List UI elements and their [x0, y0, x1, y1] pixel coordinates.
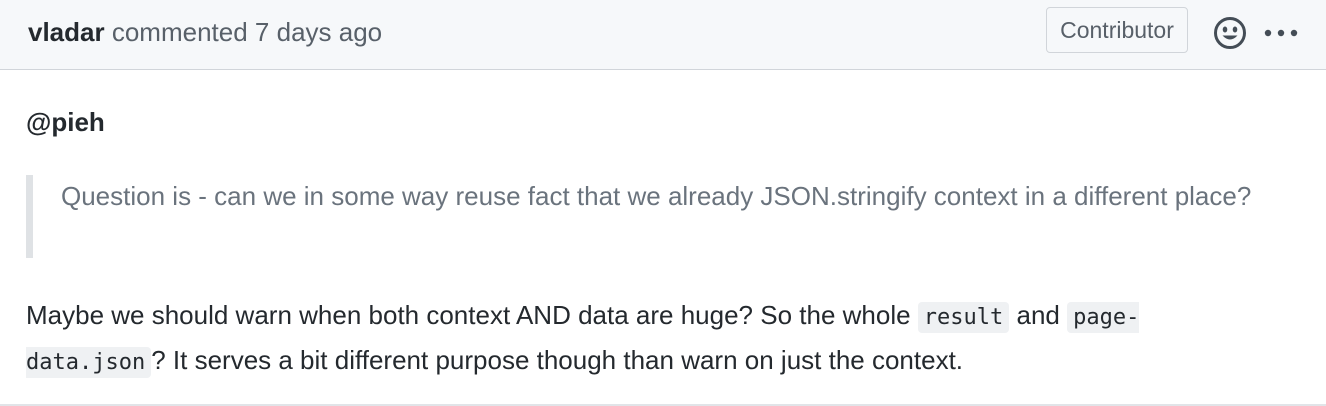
- paragraph-text-3: ? It serves a bit different purpose thou…: [151, 345, 964, 375]
- add-reaction-button[interactable]: [1213, 16, 1247, 50]
- contributor-badge: Contributor: [1046, 7, 1188, 53]
- kebab-horizontal-icon: [1264, 29, 1298, 37]
- comment-meta: vladar commented 7 days ago: [28, 16, 382, 48]
- comment-paragraph: Maybe we should warn when both context A…: [26, 294, 1276, 384]
- quoted-text: Question is - can we in some way reuse f…: [26, 175, 1276, 258]
- timestamp-link[interactable]: 7 days ago: [255, 17, 382, 47]
- paragraph-text-2: and: [1009, 300, 1068, 330]
- comment-header: vladar commented 7 days ago Contributor: [0, 0, 1326, 70]
- smiley-icon: [1214, 17, 1246, 49]
- paragraph-text-1: Maybe we should warn when both context A…: [26, 300, 918, 330]
- more-options-button[interactable]: [1262, 20, 1300, 46]
- issue-comment: vladar commented 7 days ago Contributor …: [0, 0, 1326, 406]
- author-link[interactable]: vladar: [28, 17, 105, 47]
- code-result: result: [917, 302, 1010, 333]
- action-text: commented: [111, 17, 248, 47]
- user-mention[interactable]: @pieh: [26, 106, 105, 138]
